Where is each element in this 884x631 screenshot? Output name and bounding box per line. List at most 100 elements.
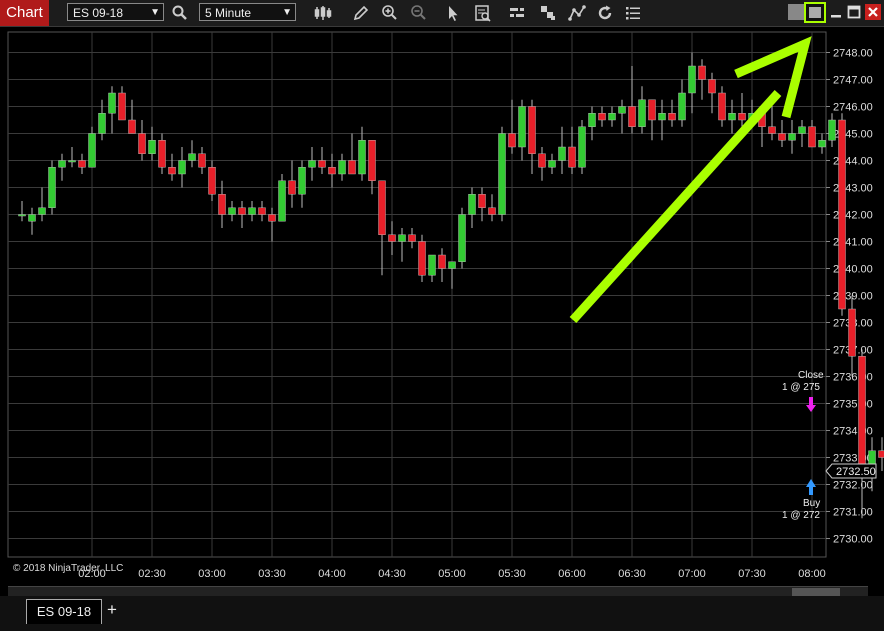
- candle-body[interactable]: [618, 106, 626, 114]
- candle-body[interactable]: [458, 214, 466, 262]
- candle-body[interactable]: [398, 234, 406, 242]
- candle-body[interactable]: [198, 153, 206, 168]
- candle-body[interactable]: [248, 207, 256, 215]
- candle-body[interactable]: [558, 146, 566, 161]
- candle-body[interactable]: [468, 194, 476, 215]
- pointer-icon[interactable]: [443, 3, 463, 23]
- candle-body[interactable]: [378, 180, 386, 235]
- candle-body[interactable]: [178, 160, 186, 175]
- candle-body[interactable]: [88, 133, 96, 168]
- candle-body[interactable]: [208, 167, 216, 195]
- candle-body[interactable]: [708, 79, 716, 94]
- candle-body[interactable]: [338, 160, 346, 175]
- candle-body[interactable]: [368, 140, 376, 181]
- candle-body[interactable]: [478, 194, 486, 208]
- candle-body[interactable]: [448, 261, 456, 269]
- candle-body[interactable]: [698, 65, 706, 80]
- candle-body[interactable]: [278, 180, 286, 222]
- search-icon[interactable]: [170, 3, 190, 23]
- maximize-highlight-icon[interactable]: [804, 2, 826, 23]
- candle-body[interactable]: [218, 194, 226, 215]
- tab-es-09-18[interactable]: ES 09-18: [26, 599, 102, 624]
- add-tab-button[interactable]: +: [103, 600, 121, 620]
- candle-body[interactable]: [118, 92, 126, 121]
- maximize-icon[interactable]: [846, 4, 862, 20]
- bar-type-icon[interactable]: [313, 3, 333, 23]
- candle-body[interactable]: [678, 92, 686, 121]
- candle-body[interactable]: [318, 160, 326, 168]
- candle-body[interactable]: [658, 113, 666, 121]
- candle-body[interactable]: [608, 113, 616, 121]
- candle-body[interactable]: [128, 119, 136, 134]
- candle-body[interactable]: [488, 207, 496, 215]
- candle-body[interactable]: [598, 113, 606, 121]
- candle-body[interactable]: [168, 167, 176, 175]
- candle-body[interactable]: [768, 126, 776, 134]
- strategies-icon[interactable]: [538, 3, 558, 23]
- close-icon[interactable]: [865, 4, 881, 20]
- candle-body[interactable]: [358, 140, 366, 175]
- candle-body[interactable]: [428, 254, 436, 276]
- candle-body[interactable]: [348, 160, 356, 175]
- candle-body[interactable]: [288, 180, 296, 195]
- candle-body[interactable]: [818, 140, 826, 148]
- candle-body[interactable]: [838, 119, 846, 310]
- candle-body[interactable]: [728, 113, 736, 121]
- candle-body[interactable]: [238, 207, 246, 215]
- candle-body[interactable]: [588, 113, 596, 127]
- candle-body[interactable]: [628, 106, 636, 127]
- candle-body[interactable]: [578, 126, 586, 168]
- candle-body[interactable]: [148, 140, 156, 154]
- candle-body[interactable]: [438, 254, 446, 269]
- candle-body[interactable]: [98, 113, 106, 134]
- candle-body[interactable]: [138, 133, 146, 154]
- candle-body[interactable]: [48, 167, 56, 208]
- candle-body[interactable]: [418, 241, 426, 276]
- candle-body[interactable]: [388, 234, 396, 242]
- instrument-selector[interactable]: ES 09-18 ▼: [67, 3, 164, 21]
- candle-body[interactable]: [18, 214, 26, 217]
- chart-canvas[interactable]: 2748.002747.002746.002745.002744.002743.…: [0, 27, 884, 587]
- interval-selector[interactable]: 5 Minute ▼: [199, 3, 296, 21]
- candle-body[interactable]: [268, 214, 276, 222]
- candle-body[interactable]: [158, 140, 166, 168]
- data-box-icon[interactable]: [473, 3, 493, 23]
- zoom-in-icon[interactable]: [380, 3, 400, 23]
- candle-body[interactable]: [328, 167, 336, 175]
- candle-body[interactable]: [78, 160, 86, 168]
- candle-body[interactable]: [688, 65, 696, 94]
- candle-body[interactable]: [568, 146, 576, 168]
- minimize-icon[interactable]: [828, 4, 844, 20]
- candle-body[interactable]: [878, 450, 884, 458]
- candle-body[interactable]: [858, 356, 866, 472]
- scrollbar-thumb[interactable]: [792, 588, 840, 596]
- candle-body[interactable]: [538, 153, 546, 168]
- candle-body[interactable]: [518, 106, 526, 148]
- candle-body[interactable]: [498, 133, 506, 215]
- properties-icon[interactable]: [623, 3, 643, 23]
- candle-body[interactable]: [648, 99, 656, 121]
- candle-body[interactable]: [828, 119, 836, 141]
- refresh-icon[interactable]: [595, 3, 615, 23]
- candle-body[interactable]: [528, 106, 536, 154]
- candle-body[interactable]: [848, 308, 856, 357]
- candle-body[interactable]: [298, 167, 306, 195]
- candle-body[interactable]: [38, 207, 46, 215]
- candle-body[interactable]: [798, 126, 806, 134]
- candle-body[interactable]: [188, 153, 196, 161]
- tile-icon[interactable]: [788, 4, 804, 20]
- candle-body[interactable]: [28, 214, 36, 222]
- candle-body[interactable]: [68, 160, 76, 163]
- candle-body[interactable]: [788, 133, 796, 141]
- candle-body[interactable]: [668, 113, 676, 121]
- candle-body[interactable]: [228, 207, 236, 215]
- candle-body[interactable]: [638, 99, 646, 127]
- candle-body[interactable]: [308, 160, 316, 168]
- candle-body[interactable]: [778, 133, 786, 141]
- candle-body[interactable]: [738, 113, 746, 121]
- candle-body[interactable]: [108, 92, 116, 114]
- candle-body[interactable]: [408, 234, 416, 242]
- candle-body[interactable]: [58, 160, 66, 168]
- chart-title-tab[interactable]: Chart: [0, 0, 49, 26]
- draw-pencil-icon[interactable]: [351, 3, 371, 23]
